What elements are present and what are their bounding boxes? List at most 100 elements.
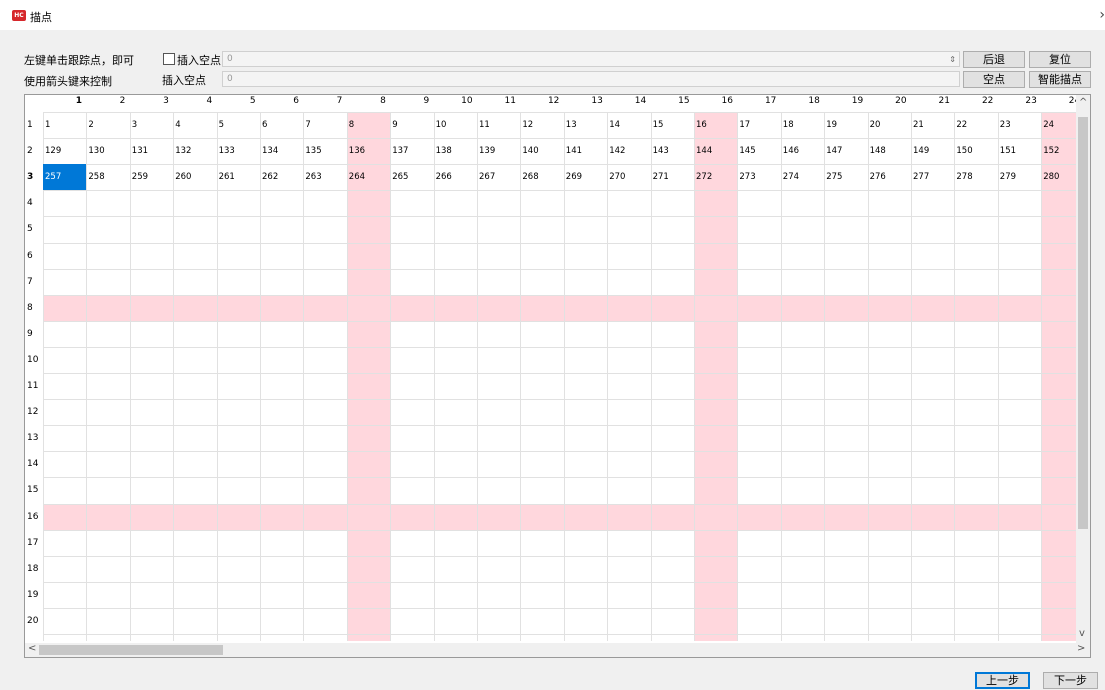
grid-cell[interactable]: 151 (998, 138, 1041, 164)
grid-cell[interactable]: 138 (434, 138, 477, 164)
grid-cell[interactable]: 146 (781, 138, 824, 164)
row-header: 5 (27, 224, 33, 235)
grid-cell[interactable]: 9 (390, 112, 433, 138)
grid-cell[interactable]: 269 (564, 164, 607, 190)
grid-cell[interactable]: 129 (43, 138, 86, 164)
grid-cell[interactable]: 4 (173, 112, 216, 138)
grid-cell[interactable]: 145 (737, 138, 780, 164)
grid-cell[interactable]: 13 (564, 112, 607, 138)
grid-cell[interactable]: 264 (347, 164, 390, 190)
grid-cell[interactable]: 258 (86, 164, 129, 190)
grid-cell[interactable]: 135 (303, 138, 346, 164)
grid-cell[interactable]: 144 (694, 138, 737, 164)
grid-cell[interactable]: 134 (260, 138, 303, 164)
grid-cell[interactable]: 15 (651, 112, 694, 138)
grid-cell[interactable]: 277 (911, 164, 954, 190)
vertical-scrollbar[interactable]: ^ v (1076, 95, 1090, 643)
grid-cell[interactable]: 142 (607, 138, 650, 164)
scroll-right-icon[interactable]: > (1077, 643, 1085, 654)
grid-cell[interactable]: 268 (520, 164, 563, 190)
grid-cell[interactable]: 276 (868, 164, 911, 190)
insert-empty-stepper[interactable]: 0 ⇕ (222, 51, 960, 67)
scroll-down-icon[interactable]: v (1079, 628, 1085, 639)
grid-cell[interactable]: 266 (434, 164, 477, 190)
insert-empty-checkbox-label: 插入空点 (177, 54, 221, 67)
grid-cell[interactable]: 7 (303, 112, 346, 138)
grid-cell[interactable]: 19 (824, 112, 867, 138)
grid-cell[interactable]: 8 (347, 112, 390, 138)
grid-cell[interactable]: 141 (564, 138, 607, 164)
grid-cell[interactable]: 279 (998, 164, 1041, 190)
grid-cell[interactable]: 147 (824, 138, 867, 164)
point-grid[interactable]: 1 2 3 4 5 6 7 8 9 10 11 12 13 14 15 16 17 18 19 20 21 22 23 24 1… (24, 94, 1091, 658)
reset-button[interactable]: 复位 (1029, 51, 1091, 68)
grid-cell[interactable]: 148 (868, 138, 911, 164)
grid-cell[interactable]: 14 (607, 112, 650, 138)
grid-cell[interactable]: 3 (130, 112, 173, 138)
next-step-button[interactable]: 下一步 (1043, 672, 1098, 689)
column-header: 19 (851, 96, 864, 106)
grid-cell[interactable]: 132 (173, 138, 216, 164)
grid-cell[interactable]: 263 (303, 164, 346, 190)
scroll-left-icon[interactable]: < (28, 643, 36, 654)
grid-cell[interactable]: 133 (217, 138, 260, 164)
grid-cell[interactable]: 130 (86, 138, 129, 164)
grid-cell[interactable]: 143 (651, 138, 694, 164)
grid-cell[interactable]: 273 (737, 164, 780, 190)
grid-cell[interactable]: 140 (520, 138, 563, 164)
grid-cell[interactable]: 20 (868, 112, 911, 138)
grid-cell[interactable]: 12 (520, 112, 563, 138)
horizontal-scrollbar[interactable]: < > (25, 643, 1090, 657)
grid-line-vertical (216, 112, 218, 641)
grid-cell[interactable]: 11 (477, 112, 520, 138)
grid-cell[interactable]: 262 (260, 164, 303, 190)
grid-cell[interactable]: 270 (607, 164, 650, 190)
grid-cell[interactable]: 17 (737, 112, 780, 138)
grid-cell[interactable]: 257 (43, 164, 86, 191)
grid-line-horizontal (43, 242, 1076, 244)
grid-cell[interactable]: 274 (781, 164, 824, 190)
grid-cell[interactable]: 21 (911, 112, 954, 138)
grid-cell[interactable]: 22 (954, 112, 997, 138)
spinner-arrows-icon[interactable]: ⇕ (949, 53, 956, 67)
horizontal-scroll-thumb[interactable] (39, 645, 223, 655)
empty-point-button[interactable]: 空点 (963, 71, 1025, 88)
insert-empty-field-2[interactable]: 0 (222, 71, 960, 87)
grid-line-horizontal (43, 373, 1076, 374)
grid-cell[interactable]: 16 (694, 112, 737, 138)
grid-cell[interactable]: 5 (217, 112, 260, 138)
grid-cell[interactable]: 1 (43, 112, 86, 138)
grid-cell[interactable]: 18 (781, 112, 824, 138)
scroll-up-icon[interactable]: ^ (1079, 97, 1087, 108)
chevron-right-icon[interactable]: › (1099, 7, 1105, 23)
highlighted-row (43, 503, 1076, 530)
grid-cell[interactable]: 259 (130, 164, 173, 190)
grid-cell[interactable]: 136 (347, 138, 390, 164)
grid-cell[interactable]: 267 (477, 164, 520, 190)
insert-empty-value: 0 (227, 54, 233, 64)
grid-cell[interactable]: 261 (217, 164, 260, 190)
smart-plot-button[interactable]: 智能描点 (1029, 71, 1091, 88)
grid-cell[interactable]: 131 (130, 138, 173, 164)
previous-step-button[interactable]: 上一步 (975, 672, 1030, 689)
grid-cell[interactable]: 23 (998, 112, 1041, 138)
grid-line-vertical (607, 112, 609, 641)
grid-cell[interactable]: 137 (390, 138, 433, 164)
grid-cell[interactable]: 272 (694, 164, 737, 190)
insert-empty-checkbox[interactable] (163, 53, 175, 65)
grid-cell[interactable]: 139 (477, 138, 520, 164)
grid-cell[interactable]: 10 (434, 112, 477, 138)
grid-cell[interactable]: 271 (651, 164, 694, 190)
grid-cell[interactable]: 2 (86, 112, 129, 138)
grid-cell[interactable]: 265 (390, 164, 433, 190)
grid-cell[interactable]: 278 (954, 164, 997, 190)
grid-cell[interactable]: 150 (954, 138, 997, 164)
vertical-scroll-thumb[interactable] (1078, 117, 1088, 529)
grid-cell[interactable]: 149 (911, 138, 954, 164)
grid-cell[interactable]: 275 (824, 164, 867, 190)
grid-cell[interactable]: 260 (173, 164, 216, 190)
back-button[interactable]: 后退 (963, 51, 1025, 68)
grid-line-vertical (997, 112, 999, 641)
grid-cell[interactable]: 6 (260, 112, 303, 138)
grid-line-vertical (433, 112, 435, 641)
